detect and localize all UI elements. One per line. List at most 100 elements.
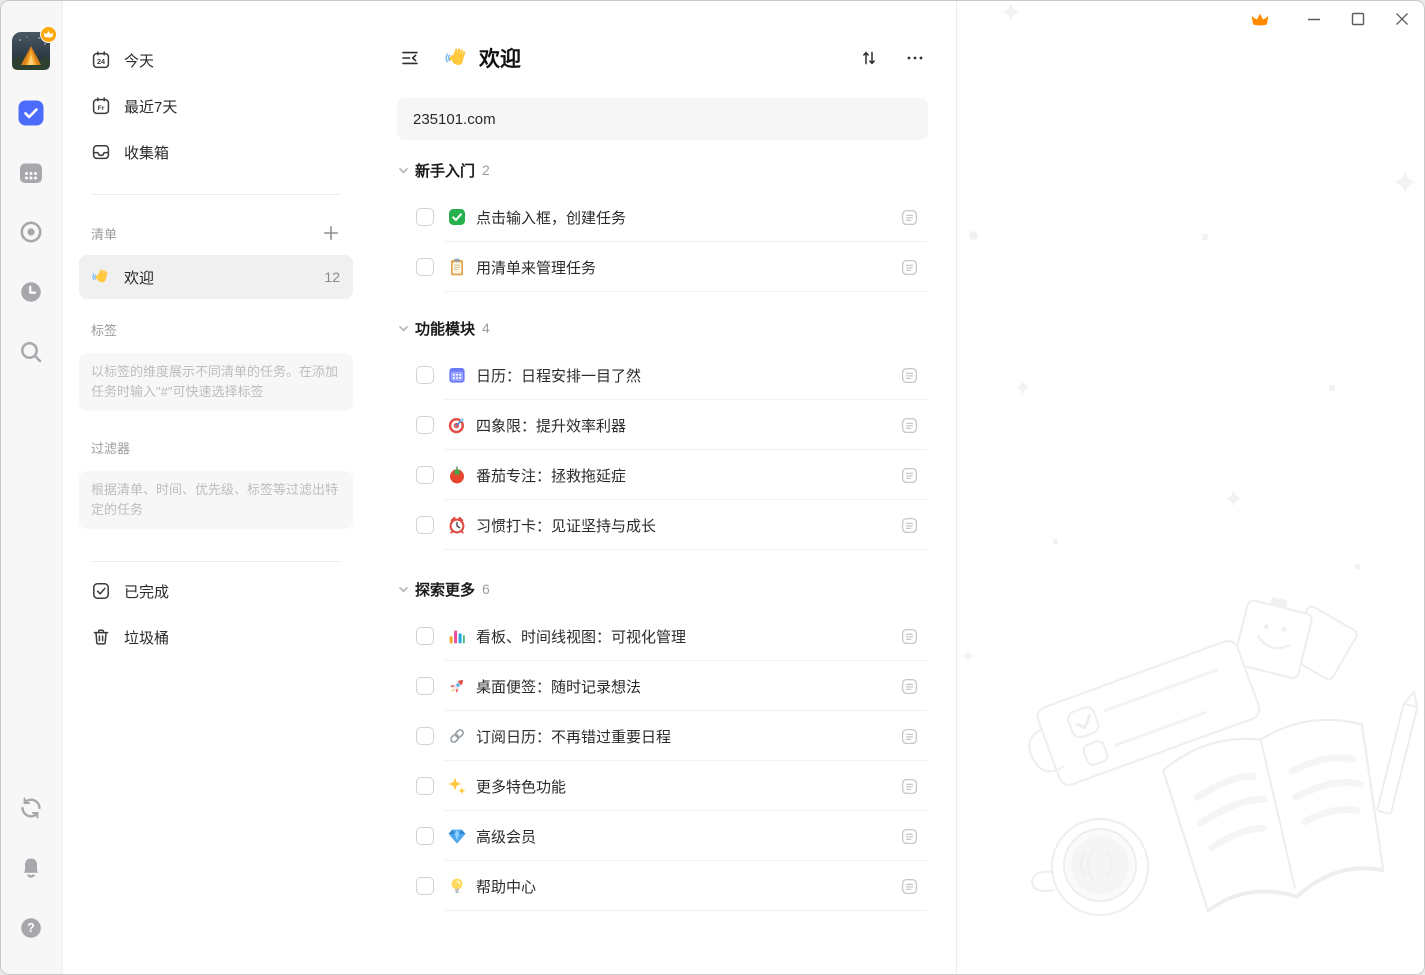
svg-text:?: ? <box>27 921 35 935</box>
sparkle-decoration-icon <box>1053 539 1058 544</box>
sidebar-item-label: 收集箱 <box>124 142 169 163</box>
task-checkbox[interactable] <box>416 366 434 384</box>
task-row[interactable]: 高级会员 <box>369 811 956 861</box>
add-list-button[interactable] <box>321 223 341 243</box>
task-row[interactable]: 习惯打卡：见证坚持与成长 <box>369 500 956 550</box>
task-checkbox[interactable] <box>416 466 434 484</box>
task-note-icon[interactable] <box>901 259 918 276</box>
sidebar-item-label: 最近7天 <box>124 96 177 117</box>
task-note-icon[interactable] <box>901 878 918 895</box>
new-task-input[interactable]: 235101.com <box>397 98 928 140</box>
task-row[interactable]: 帮助中心 <box>369 861 956 911</box>
inbox-icon <box>91 142 111 162</box>
task-note-icon[interactable] <box>901 517 918 534</box>
task-title: 帮助中心 <box>476 876 901 897</box>
task-title: 点击输入框，创建任务 <box>476 207 901 228</box>
task-checkbox[interactable] <box>416 677 434 695</box>
minimize-button[interactable] <box>1299 6 1328 32</box>
lists-section-header: 清单 <box>79 213 353 253</box>
sidebar-item-completed[interactable]: 已完成 <box>79 568 353 614</box>
rail-search-icon[interactable] <box>16 337 46 367</box>
task-checkbox[interactable] <box>416 258 434 276</box>
task-row[interactable]: 点击输入框，创建任务 <box>369 192 956 242</box>
sparkle-decoration-icon <box>1015 380 1030 395</box>
task-row[interactable]: 订阅日历：不再错过重要日程 <box>369 711 956 761</box>
sidebar-item-next7days[interactable]: Fr 最近7天 <box>79 83 353 129</box>
svg-text:24: 24 <box>97 57 105 66</box>
task-row[interactable]: 更多特色功能 <box>369 761 956 811</box>
chevron-down-icon[interactable] <box>397 322 410 335</box>
task-checkbox[interactable] <box>416 727 434 745</box>
detail-panel <box>957 1 1424 974</box>
sidebar-list-欢迎[interactable]: 欢迎 12 <box>79 255 353 299</box>
bulb-emoji-icon <box>447 876 467 896</box>
sparkles-emoji-icon <box>447 776 467 796</box>
app-window: ? 24 今天Fr 最近7天 收集箱 清单 欢迎 12 标签 以标签的维度展示不… <box>0 0 1425 975</box>
task-title: 番茄专注：拯救拖延症 <box>476 465 901 486</box>
rail-focus-icon[interactable] <box>16 217 46 247</box>
today-icon: 24 <box>91 50 111 70</box>
task-note-icon[interactable] <box>901 828 918 845</box>
task-note-icon[interactable] <box>901 209 918 226</box>
sparkle-decoration-icon <box>969 231 978 240</box>
task-checkbox[interactable] <box>416 827 434 845</box>
empty-state-illustration <box>957 584 1424 974</box>
maximize-button[interactable] <box>1343 6 1372 32</box>
rail-calendar-icon[interactable] <box>16 158 46 188</box>
sidebar-item-label: 今天 <box>124 50 154 71</box>
task-checkbox[interactable] <box>416 877 434 895</box>
tomato-emoji-icon <box>447 465 467 485</box>
sparkle-decoration-icon <box>1002 3 1020 21</box>
sidebar-item-trash[interactable]: 垃圾桶 <box>79 614 353 660</box>
chevron-down-icon[interactable] <box>397 164 410 177</box>
rail-notifications-icon[interactable] <box>16 853 46 883</box>
sparkle-decoration-icon <box>1329 385 1335 391</box>
sidebar-item-inbox[interactable]: 收集箱 <box>79 129 353 175</box>
task-row[interactable]: 看板、时间线视图：可视化管理 <box>369 611 956 661</box>
task-note-icon[interactable] <box>901 467 918 484</box>
link-emoji-icon <box>447 726 467 746</box>
task-row[interactable]: 日历：日程安排一目了然 <box>369 350 956 400</box>
sidebar-item-label: 垃圾桶 <box>124 627 169 648</box>
rail-tasks-icon[interactable] <box>16 98 46 128</box>
task-note-icon[interactable] <box>901 778 918 795</box>
rocket-emoji-icon <box>447 676 467 696</box>
close-button[interactable] <box>1387 6 1416 32</box>
task-title: 四象限：提升效率利器 <box>476 415 901 436</box>
filters-section-label: 过滤器 <box>79 427 353 467</box>
task-note-icon[interactable] <box>901 367 918 384</box>
rail-help-icon[interactable]: ? <box>16 913 46 943</box>
chevron-down-icon[interactable] <box>397 583 410 596</box>
sort-icon[interactable] <box>856 45 882 71</box>
rail-sync-icon[interactable] <box>16 793 46 823</box>
section-count: 2 <box>482 162 490 178</box>
task-checkbox[interactable] <box>416 627 434 645</box>
task-note-icon[interactable] <box>901 678 918 695</box>
task-row[interactable]: 四象限：提升效率利器 <box>369 400 956 450</box>
collapse-sidebar-icon[interactable] <box>397 45 423 71</box>
task-note-icon[interactable] <box>901 628 918 645</box>
main-header: 欢迎 <box>369 25 956 91</box>
premium-crown-icon[interactable] <box>1245 6 1274 32</box>
task-checkbox[interactable] <box>416 416 434 434</box>
task-row[interactable]: 用清单来管理任务 <box>369 242 956 292</box>
sidebar-item-today[interactable]: 24 今天 <box>79 37 353 83</box>
more-options-icon[interactable] <box>902 45 928 71</box>
section-header[interactable]: 新手入门 2 <box>369 148 956 192</box>
task-row[interactable]: 桌面便签：随时记录想法 <box>369 661 956 711</box>
window-controls <box>1245 6 1416 32</box>
task-checkbox[interactable] <box>416 208 434 226</box>
task-checkbox[interactable] <box>416 516 434 534</box>
sidebar-divider <box>91 561 341 562</box>
section-header[interactable]: 功能模块 4 <box>369 306 956 350</box>
task-row[interactable]: 番茄专注：拯救拖延症 <box>369 450 956 500</box>
lists-section-label: 清单 <box>91 224 117 243</box>
task-title: 用清单来管理任务 <box>476 257 901 278</box>
task-checkbox[interactable] <box>416 777 434 795</box>
task-note-icon[interactable] <box>901 728 918 745</box>
task-title: 日历：日程安排一目了然 <box>476 365 901 386</box>
avatar[interactable] <box>12 32 50 70</box>
task-note-icon[interactable] <box>901 417 918 434</box>
section-header[interactable]: 探索更多 6 <box>369 567 956 611</box>
rail-habit-icon[interactable] <box>16 277 46 307</box>
